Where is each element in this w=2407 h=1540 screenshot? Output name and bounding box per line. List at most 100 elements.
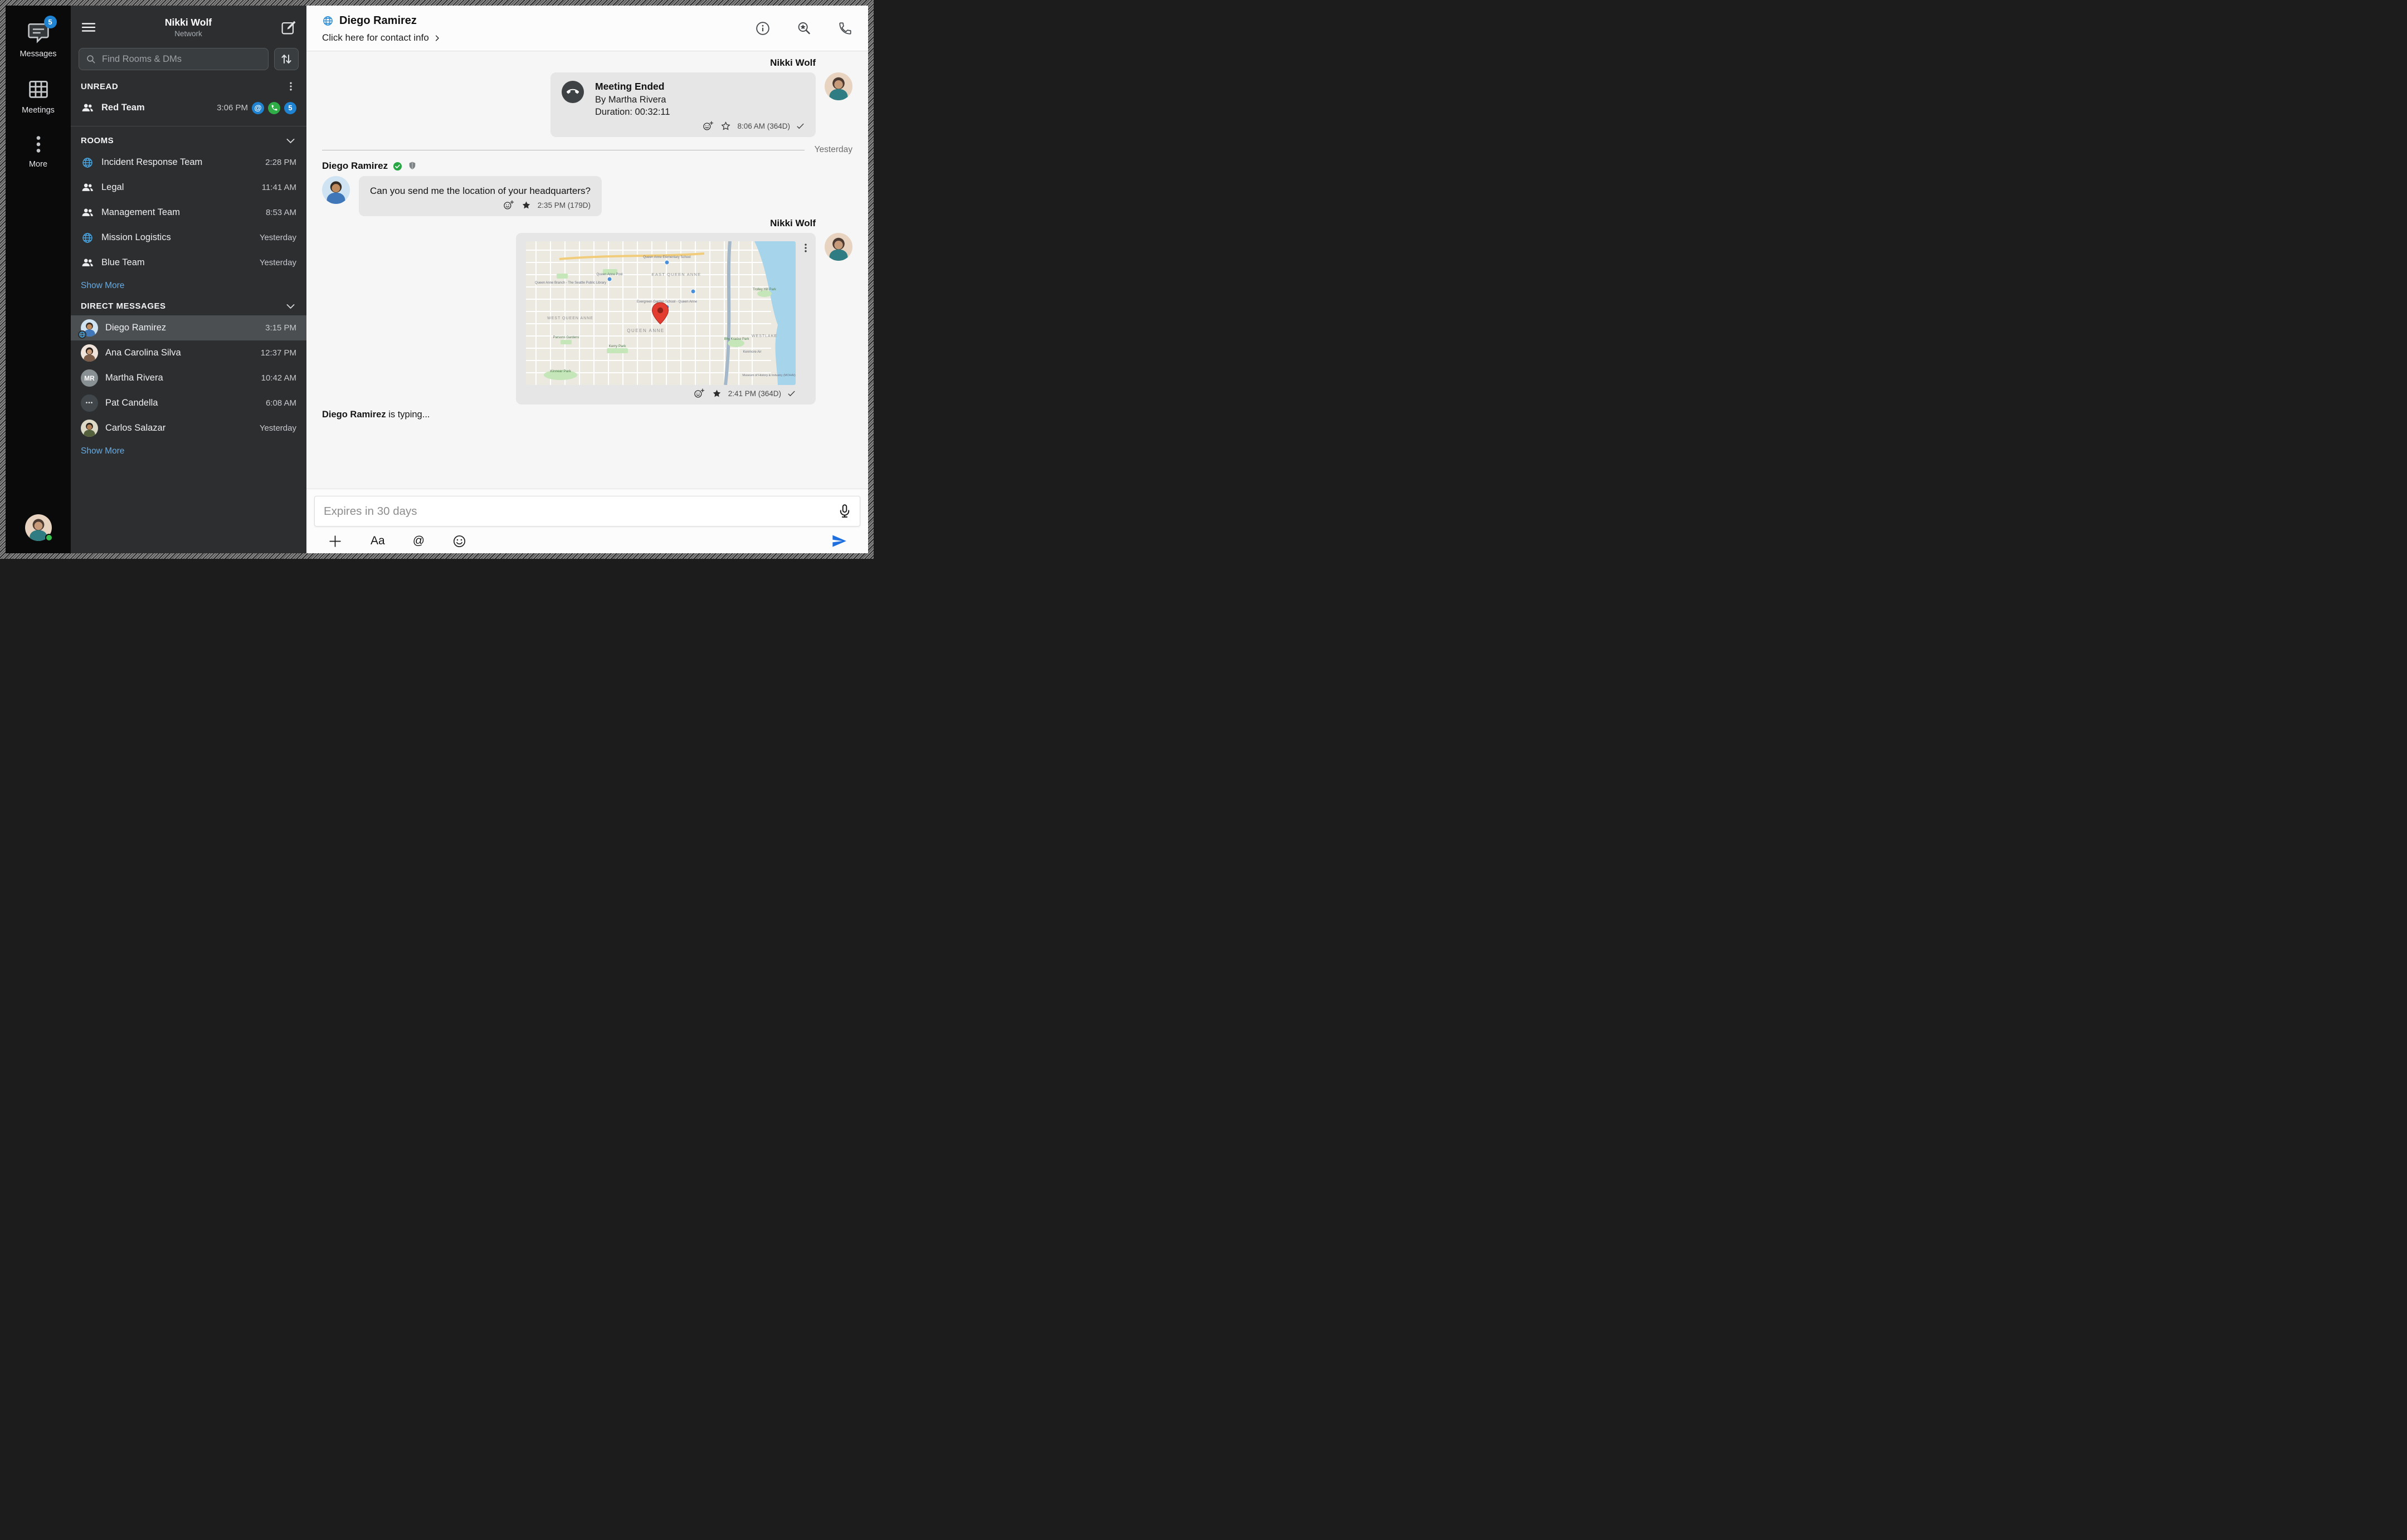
format-text-button[interactable]: Aa (371, 534, 385, 548)
add-reaction-button[interactable] (694, 388, 705, 399)
messages-unread-badge: 5 (44, 16, 57, 28)
search-row (79, 48, 299, 70)
svg-text:Bhy Kracke Park: Bhy Kracke Park (724, 338, 750, 341)
incoming-sender-row: Diego Ramirez (322, 160, 852, 172)
rooms-show-more[interactable]: Show More (71, 275, 306, 292)
unread-options-button[interactable] (285, 81, 296, 92)
dm-item-martha-rivera[interactable]: MR Martha Rivera 10:42 AM (71, 365, 306, 391)
meetings-label: Meetings (22, 106, 55, 115)
meeting-card-title: Meeting Ended (595, 81, 805, 92)
add-reaction-button[interactable] (503, 199, 515, 211)
date-separator-label: Yesterday (815, 145, 852, 155)
nav-meetings[interactable]: Meetings (22, 77, 55, 115)
call-button[interactable] (838, 21, 852, 36)
ellipsis-v-icon (800, 242, 811, 254)
contact-info-link[interactable]: Click here for contact info (322, 32, 441, 43)
map-attachment[interactable]: Queen Anne Elementary School Queen Anne … (526, 241, 796, 385)
online-status-dot (45, 534, 53, 542)
search-starred-button[interactable] (797, 21, 811, 36)
chat-panel: Diego Ramirez Click here for contact inf… (306, 6, 868, 553)
send-icon (831, 533, 847, 549)
star-filled-icon (521, 200, 532, 211)
search-input[interactable] (102, 54, 261, 65)
unread-label: UNREAD (81, 82, 118, 91)
message-time: 8:06 AM (364D) (737, 122, 790, 130)
sender-name: Nikki Wolf (322, 218, 852, 229)
phone-icon (838, 21, 852, 36)
message-incoming-text: Can you send me the location of your hea… (322, 176, 852, 216)
info-icon (756, 21, 770, 36)
call-ended-icon (562, 81, 584, 103)
dm-item-ana-carolina-silva[interactable]: Ana Carolina Silva 12:37 PM (71, 340, 306, 365)
nav-rail: 5 Messages Meetings More (6, 6, 71, 553)
external-network-badge (78, 330, 86, 339)
chat-title: Diego Ramirez (339, 14, 417, 27)
dms-collapse-button[interactable] (285, 300, 296, 312)
people-icon (81, 256, 94, 269)
chat-header: Diego Ramirez Click here for contact inf… (306, 6, 868, 51)
message-input[interactable] (314, 496, 860, 527)
meeting-card-duration: Duration: 00:32:11 (595, 107, 805, 118)
dm-item-carlos-salazar[interactable]: Carlos Salazar Yesterday (71, 416, 306, 441)
room-item[interactable]: Incident Response Team 2:28 PM (71, 150, 306, 175)
sender-name: Diego Ramirez (322, 160, 388, 172)
message-map: Queen Anne Elementary School Queen Anne … (322, 233, 852, 405)
martha-initials-avatar: MR (81, 369, 98, 387)
room-item[interactable]: Blue Team Yesterday (71, 250, 306, 275)
info-button[interactable] (756, 21, 770, 36)
nav-more[interactable]: More (28, 134, 49, 169)
new-message-button[interactable] (280, 20, 296, 36)
star-filled-icon (712, 388, 722, 399)
unread-item-red-team[interactable]: Red Team 3:06 PM @ 5 (71, 95, 306, 120)
pat-avatar: ••• (81, 394, 98, 412)
rooms-section-header: ROOMS (71, 126, 306, 150)
dm-item-diego-ramirez[interactable]: Diego Ramirez 3:15 PM (71, 315, 306, 340)
rooms-collapse-button[interactable] (285, 135, 296, 147)
dm-item-pat-candella[interactable]: ••• Pat Candella 6:08 AM (71, 391, 306, 416)
people-icon (81, 206, 94, 219)
nav-messages[interactable]: 5 Messages (20, 20, 56, 59)
dms-show-more[interactable]: Show More (71, 441, 306, 457)
map-options-button[interactable] (800, 242, 811, 254)
send-button[interactable] (831, 533, 847, 549)
voice-memo-button[interactable] (837, 503, 852, 519)
sort-button[interactable] (274, 48, 299, 70)
conversation-sidebar: Nikki Wolf Network UNREAD (71, 6, 306, 553)
globe-icon (322, 15, 334, 27)
more-icon (28, 134, 49, 155)
emoji-plus-icon (694, 388, 705, 399)
sender-name: Nikki Wolf (322, 57, 852, 69)
emoji-button[interactable] (452, 534, 466, 548)
chevron-right-icon (433, 34, 441, 42)
attach-button[interactable] (328, 534, 343, 549)
map-message-bubble: Queen Anne Elementary School Queen Anne … (516, 233, 816, 405)
favorite-button[interactable] (712, 388, 722, 399)
globe-icon (81, 232, 94, 244)
add-reaction-button[interactable] (703, 120, 714, 132)
search-box[interactable] (79, 48, 269, 70)
room-item[interactable]: Legal 11:41 AM (71, 175, 306, 200)
svg-text:QUEEN ANNE: QUEEN ANNE (627, 328, 664, 333)
composer-toolbar: Aa @ (314, 527, 860, 550)
people-icon (81, 181, 94, 194)
svg-text:WEST QUEEN ANNE: WEST QUEEN ANNE (547, 316, 593, 320)
mention-button[interactable]: @ (413, 534, 425, 548)
chevron-down-icon (285, 135, 296, 147)
rooms-label: ROOMS (81, 136, 114, 145)
user-avatar[interactable] (25, 514, 52, 541)
menu-button[interactable] (81, 21, 96, 34)
room-item[interactable]: Management Team 8:53 AM (71, 200, 306, 225)
emoji-plus-icon (703, 120, 714, 132)
favorite-button[interactable] (720, 121, 731, 131)
sent-check-icon (787, 389, 796, 398)
favorite-button[interactable] (521, 200, 532, 211)
typing-name: Diego Ramirez (322, 410, 386, 420)
carlos-avatar (81, 420, 98, 437)
composer: Aa @ (306, 489, 868, 553)
more-label: More (29, 160, 47, 169)
message-time: 2:41 PM (364D) (728, 389, 781, 398)
account-name: Nikki Wolf (96, 17, 280, 28)
incoming-message-bubble: Can you send me the location of your hea… (359, 176, 602, 216)
room-item[interactable]: Mission Logistics Yesterday (71, 225, 306, 250)
ana-avatar (81, 344, 98, 362)
